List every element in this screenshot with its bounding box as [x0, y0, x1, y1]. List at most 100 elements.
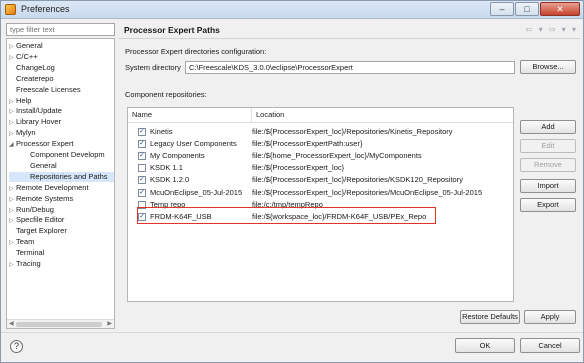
sidebar-item-label: Library Hover [16, 117, 62, 127]
title-bar[interactable]: Preferences – □ ✕ [1, 1, 583, 19]
remove-button[interactable]: Remove [520, 158, 576, 172]
system-directory-field[interactable]: C:\Freescale\KDS_3.0.0\eclipse\Processor… [185, 61, 515, 74]
sidebar-item[interactable]: Repositories and Paths [9, 171, 114, 182]
scroll-right-icon[interactable]: ▶ [107, 320, 112, 327]
import-button[interactable]: Import [520, 179, 576, 193]
edit-button[interactable]: Edit [520, 139, 576, 153]
expand-icon[interactable]: ▷ [9, 206, 16, 216]
collapse-icon[interactable]: ◢ [9, 140, 16, 150]
repository-checkbox[interactable] [138, 164, 146, 173]
repository-checkbox[interactable]: ✓ [138, 152, 146, 161]
sidebar-item[interactable]: Component Developm [23, 150, 105, 160]
sidebar-item-label: Tracing [16, 259, 41, 268]
sidebar-item[interactable]: ▷ Tracing [9, 259, 41, 269]
repositories-label: Component repositories: [125, 90, 207, 99]
repository-checkbox[interactable]: ✓ [138, 128, 146, 136]
repository-location: file:/${ProcessorExpert_loc}/Repositorie… [252, 187, 483, 197]
cancel-button[interactable]: Cancel [520, 338, 580, 353]
export-button[interactable]: Export [520, 198, 576, 212]
sidebar-item-label: Specfile Editor [16, 215, 65, 225]
sidebar-item[interactable]: ▷ Mylyn [9, 128, 36, 138]
repository-location: file:/${ProcessorExpert_loc}/Repositorie… [252, 175, 463, 185]
repositories-table: Name Location ✓ Kinetis file:/${ProcessorE… [127, 107, 514, 302]
sidebar-item-label: C/C++ [16, 51, 38, 61]
sidebar-item[interactable]: ▷ Library Hover [9, 117, 61, 127]
expand-icon[interactable]: ▷ [9, 216, 16, 226]
sidebar-item[interactable]: Createrepo [9, 74, 54, 84]
table-row[interactable]: ✓ Legacy User Components file:/${Processor… [128, 139, 513, 149]
expand-icon[interactable]: ▷ [9, 129, 16, 139]
expand-icon[interactable]: ▷ [9, 42, 16, 52]
repository-name: KSDK 1.2.0 [150, 175, 190, 185]
sidebar-item[interactable]: ▷ Remote Systems [9, 194, 73, 204]
scroll-thumb[interactable] [16, 322, 102, 327]
directories-label: Processor Expert directories configurati… [125, 47, 267, 56]
footer-divider [1, 332, 583, 333]
sidebar-item-label: Help [16, 95, 32, 105]
expand-icon[interactable]: ▷ [9, 184, 16, 194]
sidebar-item[interactable]: Terminal [9, 248, 44, 258]
sidebar-item[interactable]: ChangeLog [9, 63, 55, 73]
sidebar-item-label: Mylyn [16, 128, 36, 138]
sidebar-item-label: ChangeLog [16, 62, 55, 72]
sidebar-item[interactable]: ▷ Remote Development [9, 183, 89, 193]
sidebar-item[interactable]: ▷ Run/Debug [9, 205, 54, 215]
repository-checkbox[interactable]: ✓ [138, 176, 146, 185]
sidebar-item[interactable]: ▷ C/C++ [9, 52, 38, 62]
sidebar-item-label: Install/Update [16, 106, 62, 116]
sidebar-item-label: Remote Development [16, 182, 89, 192]
browse-button[interactable]: Browse... [520, 60, 576, 74]
add-button[interactable]: Add [520, 120, 576, 134]
sidebar-item[interactable]: Target Explorer [9, 226, 67, 236]
filter-input[interactable] [6, 23, 115, 36]
column-header-name[interactable]: Name [128, 108, 252, 122]
repository-location: file:/${ProcessorExpert_loc}/Repositorie… [252, 127, 453, 136]
window-controls: – □ ✕ [490, 2, 580, 16]
maximize-button[interactable]: □ [515, 2, 539, 16]
sidebar-item[interactable]: ▷ Install/Update [9, 106, 62, 116]
table-row[interactable]: KSDK 1.1 file:/${ProcessorExpert_loc} [128, 163, 513, 173]
table-row[interactable]: ✓ My Components file:/${home_ProcessorExpe… [128, 151, 513, 161]
column-header-location[interactable]: Location [252, 108, 513, 122]
sidebar-item[interactable]: ▷ Help [9, 96, 31, 106]
help-icon[interactable]: ? [10, 340, 23, 353]
table-row[interactable]: ✓ Kinetis file:/${ProcessorExpert_loc}/Rep… [128, 127, 513, 137]
expand-icon[interactable]: ▷ [9, 53, 16, 63]
expand-icon[interactable]: ▷ [9, 97, 16, 107]
close-button[interactable]: ✕ [540, 2, 580, 16]
table-row[interactable]: ✓ McuOnEclipse_05-Jul-2015 file:/${Process… [128, 187, 513, 198]
apply-button[interactable]: Apply [524, 310, 576, 324]
repository-checkbox[interactable]: ✓ [138, 188, 146, 197]
expand-icon[interactable]: ▷ [9, 107, 16, 117]
restore-defaults-button[interactable]: Restore Defaults [460, 310, 520, 324]
preferences-sidebar: ▷TracingTerminal▷TeamTarget Explorer▷Spe… [6, 23, 115, 329]
repository-name: My Components [150, 151, 205, 161]
table-row[interactable]: ✓ KSDK 1.2.0 file:/${ProcessorExpert_loc}/… [128, 175, 513, 185]
ok-button[interactable]: OK [455, 338, 515, 353]
sidebar-item[interactable]: Freescale Licenses [9, 85, 81, 95]
sidebar-item[interactable]: ◢ Processor Expert [9, 139, 74, 149]
page-title: Processor Expert Paths [124, 25, 220, 35]
expand-icon[interactable]: ▷ [9, 118, 16, 128]
nav-arrows-icon[interactable]: ⇦ ▾ ⇨ ▾ ▾ [526, 25, 578, 34]
minimize-button[interactable]: – [490, 2, 514, 16]
sidebar-item-label: Target Explorer [16, 226, 67, 236]
sidebar-item[interactable]: ▷ Team [9, 237, 34, 247]
sidebar-item-label: Createrepo [16, 73, 54, 83]
sidebar-item[interactable]: ▷ General [9, 41, 43, 51]
repository-location: file:/${ProcessorExpert_loc} [252, 163, 345, 173]
scroll-left-icon[interactable]: ◀ [9, 320, 14, 327]
preferences-tree: ▷ Tracing Terminal ▷ Team Target Explorer ▷ Spe… [6, 38, 115, 329]
expand-icon[interactable]: ▷ [9, 195, 16, 205]
horizontal-scrollbar[interactable]: ◀ ▶ [7, 319, 114, 328]
page-header: Processor Expert Paths ⇦ ▾ ⇨ ▾ ▾ [119, 23, 580, 38]
repository-checkbox[interactable]: ✓ [138, 140, 146, 149]
preferences-window: Preferences – □ ✕ ▷TracingTerminal▷TeamT… [0, 0, 584, 363]
sidebar-item-label: Team [16, 237, 35, 247]
sidebar-item-label: Freescale Licenses [16, 84, 81, 94]
sidebar-item-label: Component Developm [30, 150, 105, 159]
expand-icon[interactable]: ▷ [9, 260, 16, 270]
sidebar-item[interactable]: ▷ Specfile Editor [9, 215, 64, 225]
sidebar-item[interactable]: General [23, 161, 57, 171]
expand-icon[interactable]: ▷ [9, 238, 16, 248]
